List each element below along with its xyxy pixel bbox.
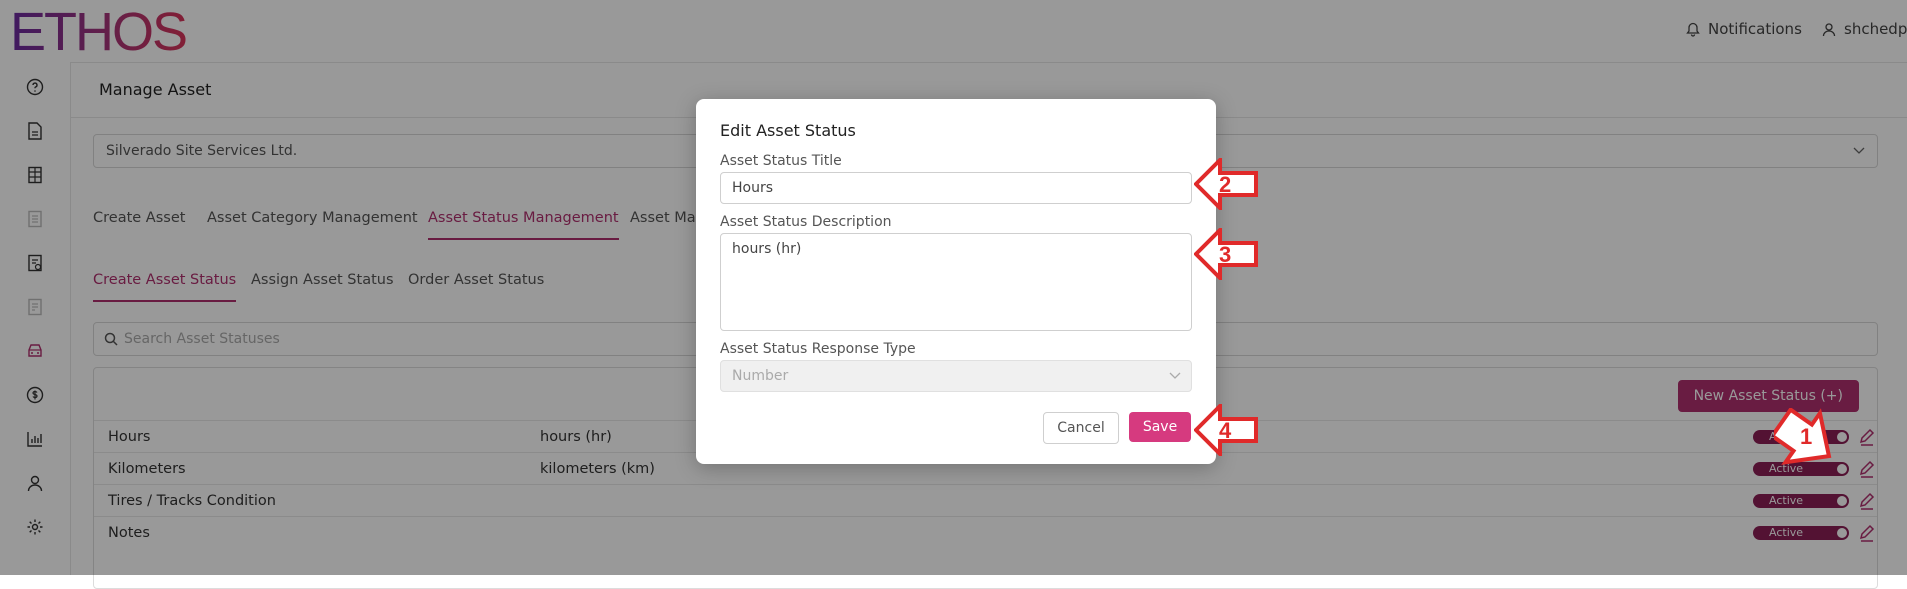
app: ETHOS Notifications shchedp Manage Asset…	[0, 0, 1907, 589]
callout-arrow-1: 1	[1769, 406, 1838, 472]
callout-arrow-3: 3	[1193, 225, 1258, 283]
callout-arrow-2: 2	[1193, 155, 1258, 213]
title-field-label: Asset Status Title	[720, 153, 842, 169]
callout-number: 1	[1800, 424, 1813, 449]
title-field-value: Hours	[732, 180, 774, 196]
edit-asset-status-dialog: Edit Asset Status Asset Status Title Hou…	[696, 99, 1216, 464]
cancel-button[interactable]: Cancel	[1043, 412, 1119, 444]
dialog-title: Edit Asset Status	[720, 121, 856, 140]
response-type-value: Number	[732, 368, 789, 384]
asset-status-title-input[interactable]: Hours	[720, 172, 1192, 204]
callout-arrow-4: 4	[1193, 401, 1258, 459]
description-field-label: Asset Status Description	[720, 214, 892, 230]
description-field-value: hours (hr)	[732, 241, 802, 257]
save-button[interactable]: Save	[1129, 412, 1191, 442]
response-type-select[interactable]: Number	[720, 360, 1192, 392]
chevron-down-icon	[1169, 372, 1181, 379]
callout-number: 4	[1219, 418, 1232, 443]
asset-status-description-textarea[interactable]: hours (hr)	[720, 233, 1192, 331]
callout-number: 2	[1219, 172, 1232, 197]
response-type-label: Asset Status Response Type	[720, 341, 916, 357]
callout-number: 3	[1219, 242, 1232, 267]
